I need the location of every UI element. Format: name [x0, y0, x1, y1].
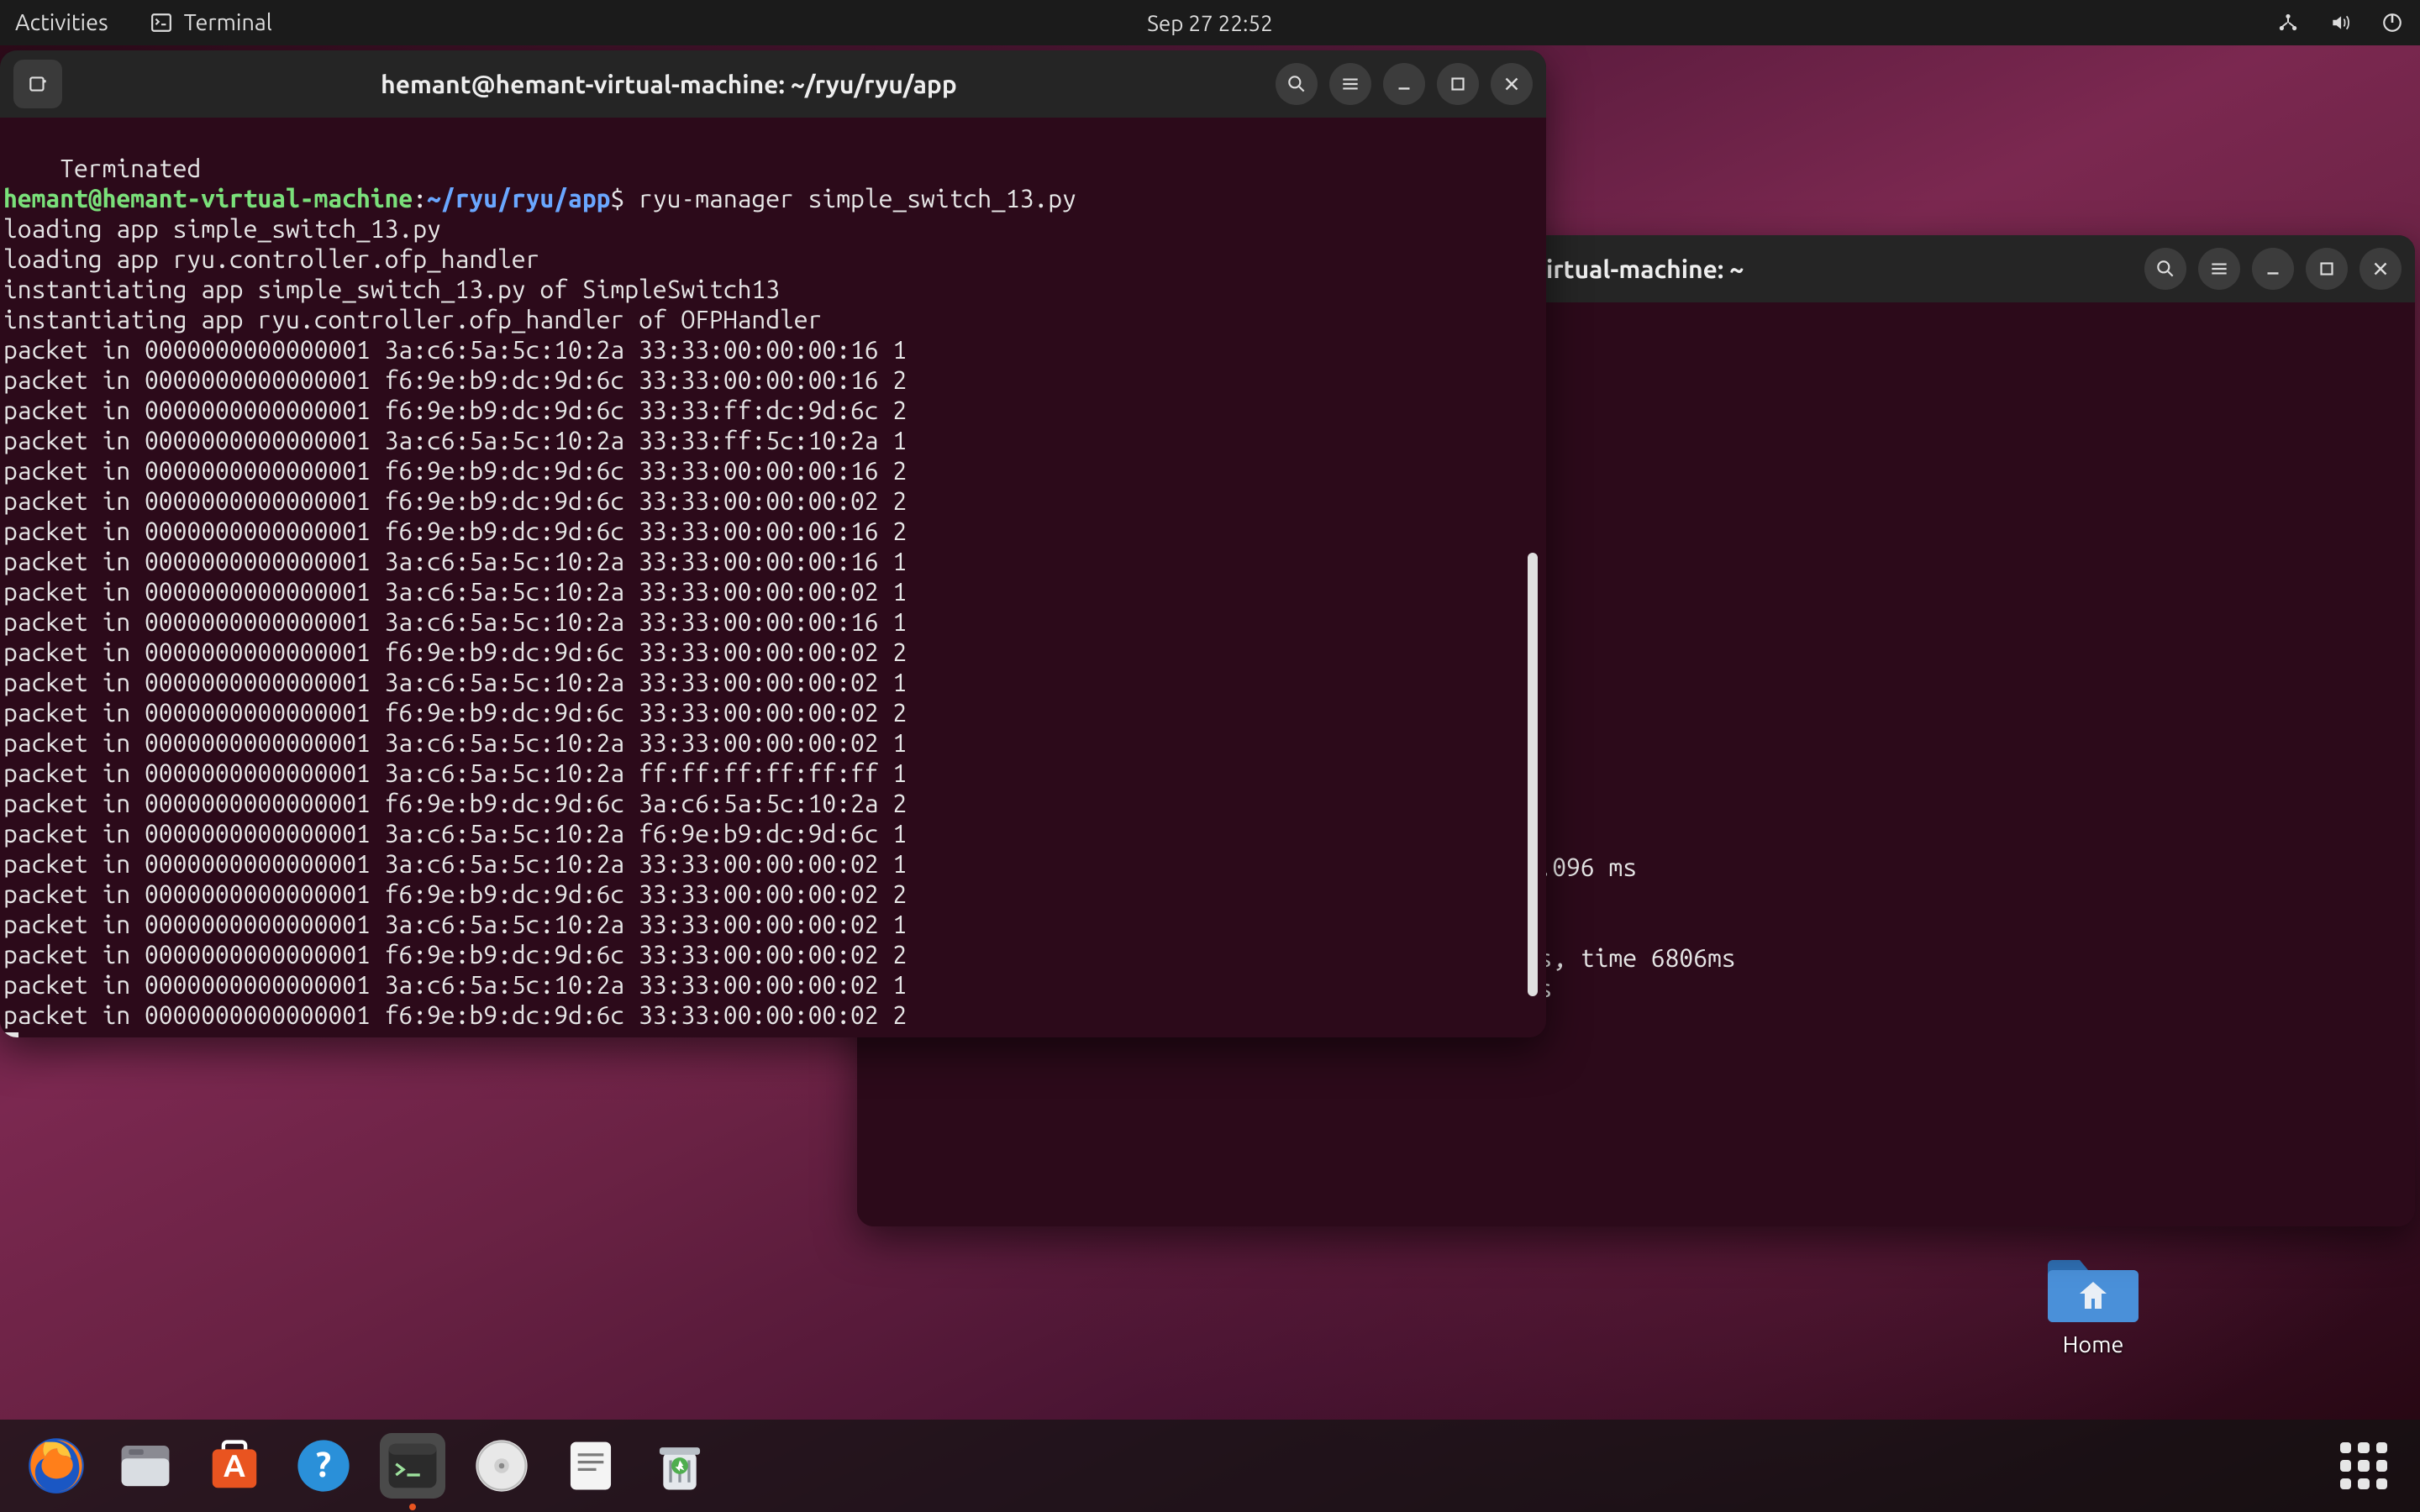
terminal-output-front[interactable]: Terminated hemant@hemant-virtual-machine… — [0, 118, 1546, 1037]
desktop-icon-label: Home — [2044, 1332, 2143, 1357]
network-icon[interactable] — [2275, 10, 2301, 35]
svg-text:?: ? — [316, 1444, 331, 1483]
maximize-button[interactable] — [2306, 248, 2348, 290]
topbar-clock[interactable]: Sep 27 22:52 — [1147, 11, 1272, 35]
apps-grid-icon — [2340, 1442, 2387, 1489]
close-button[interactable] — [2360, 248, 2402, 290]
minimize-button[interactable] — [2252, 248, 2294, 290]
scrollbar-thumb[interactable] — [1528, 553, 1538, 996]
activities-button[interactable]: Activities — [15, 10, 108, 35]
dock-files[interactable] — [113, 1433, 178, 1499]
scrollbar[interactable] — [1529, 118, 1541, 1037]
dock: A ? — [0, 1420, 2420, 1512]
svg-text:A: A — [224, 1448, 245, 1483]
hamburger-button[interactable] — [1329, 63, 1371, 105]
dock-software[interactable]: A — [202, 1433, 267, 1499]
dock-trash[interactable] — [647, 1433, 713, 1499]
search-button[interactable] — [2144, 248, 2186, 290]
power-icon[interactable] — [2380, 10, 2405, 35]
prompt-line: hemant@hemant-virtual-machine:~/ryu/ryu/… — [3, 184, 1076, 213]
dock-disc[interactable] — [469, 1433, 534, 1499]
dock-apps-grid[interactable] — [2331, 1433, 2396, 1499]
dock-firefox[interactable] — [24, 1433, 89, 1499]
minimize-button[interactable] — [1383, 63, 1425, 105]
new-tab-button[interactable] — [13, 60, 62, 108]
hamburger-button[interactable] — [2198, 248, 2240, 290]
terminal-icon — [149, 10, 174, 35]
maximize-button[interactable] — [1437, 63, 1479, 105]
folder-icon — [2048, 1245, 2139, 1324]
dock-terminal[interactable] — [380, 1433, 445, 1499]
gnome-topbar: Activities Terminal Sep 27 22:52 — [0, 0, 2420, 45]
titlebar-front[interactable]: hemant@hemant-virtual-machine: ~/ryu/ryu… — [0, 50, 1546, 118]
close-button[interactable] — [1491, 63, 1533, 105]
cursor — [3, 1032, 18, 1037]
topbar-app-name: Terminal — [184, 10, 272, 35]
dock-text-editor[interactable] — [558, 1433, 623, 1499]
search-button[interactable] — [1276, 63, 1318, 105]
desktop-icon-home[interactable]: Home — [2044, 1245, 2143, 1357]
dock-help[interactable]: ? — [291, 1433, 356, 1499]
window-title-front: hemant@hemant-virtual-machine: ~/ryu/ryu… — [74, 70, 1264, 98]
volume-icon[interactable] — [2328, 10, 2353, 35]
terminal-window-front[interactable]: hemant@hemant-virtual-machine: ~/ryu/ryu… — [0, 50, 1546, 1037]
topbar-app-indicator[interactable]: Terminal — [149, 10, 272, 35]
